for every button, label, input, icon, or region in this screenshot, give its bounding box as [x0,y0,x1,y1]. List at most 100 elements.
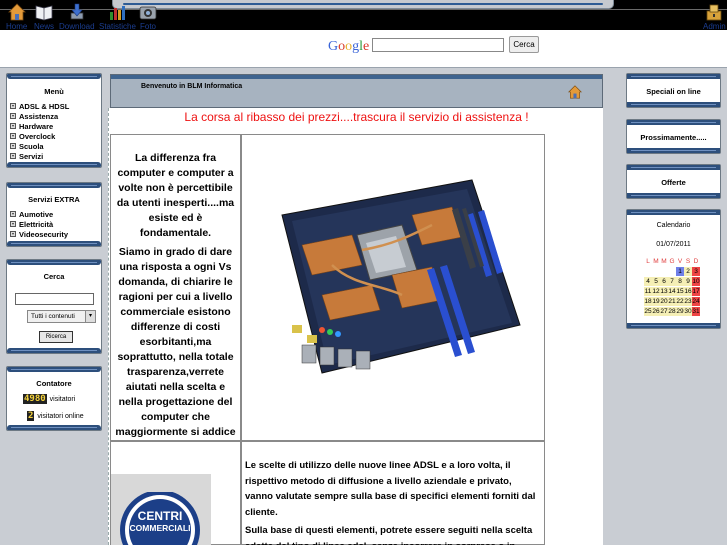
calendar-day[interactable]: 29 [676,307,684,316]
box-cap [627,323,720,328]
calendar-day[interactable]: 12 [652,287,660,296]
speciali-box[interactable]: Speciali on line [626,73,721,108]
menu-item-scuola[interactable]: Scuola [10,142,101,152]
toolbar-home[interactable]: Home [6,3,27,31]
calendar-day[interactable]: 15 [676,287,684,296]
page-title: Benvenuto in BLM Informatica [141,83,243,90]
calendar-day[interactable]: 9 [684,277,692,286]
calendar-day[interactable]: 4 [644,277,652,286]
calendar-day[interactable]: 24 [692,297,700,306]
calendar-day[interactable]: 31 [692,307,700,316]
calendar-week-row: 123 [644,267,700,277]
calendar-week-row: 4 5 6 7 8 9 10 [644,277,700,287]
intro-paragraph-1: La differenza fra computer e computer a … [116,152,235,239]
toolbar-foto[interactable]: Foto [139,3,157,31]
box-cap [7,241,101,246]
calendar-weekday-row: LMMGVSD [644,257,700,267]
calendar-day[interactable]: 17 [692,287,700,296]
calendar-day [668,267,676,276]
calendar-week-row: 11 12 13 14 15 16 17 [644,287,700,297]
calendar-day[interactable]: 7 [668,277,676,286]
bullet-icon [10,143,16,149]
home-icon[interactable] [568,85,582,99]
ricerca-button[interactable]: Ricerca [39,331,73,343]
calendar-day [660,267,668,276]
offerte-title: Offerte [661,178,686,187]
box-cap [7,183,101,188]
visits-row: 4980 visitatori [23,394,75,404]
calendar-day[interactable]: 18 [644,297,652,306]
calendar-day[interactable]: 28 [668,307,676,316]
adsl-paragraph-2: Sulla base di questi elementi, potrete e… [245,525,533,545]
toolbar-statistiche[interactable]: Statistiche [99,3,136,31]
calendar-day[interactable]: 26 [652,307,660,316]
calendar-weekday: L [646,258,650,265]
calendar-day[interactable]: 10 [692,277,700,286]
calendar-day[interactable]: 23 [684,297,692,306]
calendar-day[interactable]: 14 [668,287,676,296]
bullet-icon [10,123,16,129]
calendar-day[interactable]: 16 [684,287,692,296]
calendar-day[interactable]: 22 [676,297,684,306]
calendar-day[interactable]: 19 [652,297,660,306]
calendar-grid: L M M G V S D 1 2 3 4 5 6 7 8 9 10 11 12 13 14 15 16 17 18 19 20 21… [644,257,700,317]
menu-item-hardware[interactable]: Hardware [10,122,101,132]
google-logo: Google [328,39,370,54]
calendar-weekday: D [693,258,699,265]
calendar-day[interactable]: 21 [668,297,676,306]
calendar-day[interactable]: 6 [660,277,668,286]
bullet-icon [10,103,16,109]
box-cap [627,148,720,153]
menu-item-servizi[interactable]: Servizi [10,152,101,162]
calendar-day[interactable]: 1 [676,267,684,276]
toolbar-admin[interactable]: Admin [703,3,726,31]
calendar-day[interactable]: 13 [660,287,668,296]
calendar-day[interactable]: 30 [684,307,692,316]
box-cap [627,102,720,107]
calendar-day[interactable]: 5 [652,277,660,286]
calendar-day[interactable]: 11 [644,287,652,296]
adsl-cell: Le scelte di utilizzo delle nuove linee … [241,441,545,545]
box-cap [7,367,101,372]
content-select[interactable]: Tutti i contenuti ▾ [27,310,96,323]
box-cap [7,162,101,167]
extra-item-elettricita[interactable]: Elettricità [10,220,101,230]
extra-item-aumotive[interactable]: Aumotive [10,210,101,220]
google-search-input[interactable] [372,38,504,52]
extra-item-videosecurity[interactable]: Videosecurity [10,230,101,240]
counter-box: Contatore 4980 visitatori 2 visitatori o… [6,366,102,431]
menu-list: ADSL & HDSL Assistenza Hardware Overcloc… [10,102,101,162]
calendar-day[interactable]: 8 [676,277,684,286]
calendar-day[interactable]: 27 [660,307,668,316]
headline: La corsa al ribasso dei prezzi....trascu… [184,110,529,124]
prossimamente-box[interactable]: Prossimamente..... [626,119,721,154]
bullet-icon [10,153,16,159]
home-icon [7,3,26,21]
bullet-icon [10,133,16,139]
calendar-day[interactable]: 3 [692,267,700,276]
toolbar-download[interactable]: Download [59,3,95,31]
download-icon [70,3,84,20]
online-row: 2 visitatori online [27,411,84,421]
offerte-box[interactable]: Offerte [626,164,721,199]
adsl-paragraph-1: Le scelte di utilizzo delle nuove linee … [245,460,536,518]
bullet-icon [10,211,16,217]
book-icon [35,5,53,21]
menu-item-adsl[interactable]: ADSL & HDSL [10,102,101,112]
box-cap [7,348,101,353]
menu-item-overclock[interactable]: Overclock [10,132,101,142]
prossimamente-title: Prossimamente..... [640,133,707,142]
intro-cell: La differenza fra computer e computer a … [110,134,241,453]
toolbar-news[interactable]: News [34,3,54,31]
menu-item-assistenza[interactable]: Assistenza [10,112,101,122]
calendar-week-row: 18 19 20 21 22 23 24 [644,297,700,307]
site-search-input[interactable] [15,293,94,305]
box-cap [7,425,101,430]
calendar-day[interactable]: 25 [644,307,652,316]
box-cap [627,74,720,79]
motherboard-cell [241,134,545,441]
extra-title: Servizi EXTRA [28,195,80,204]
calendar-day[interactable]: 2 [684,267,692,276]
calendar-day[interactable]: 20 [660,297,668,306]
google-search-button[interactable]: Cerca [509,36,539,53]
